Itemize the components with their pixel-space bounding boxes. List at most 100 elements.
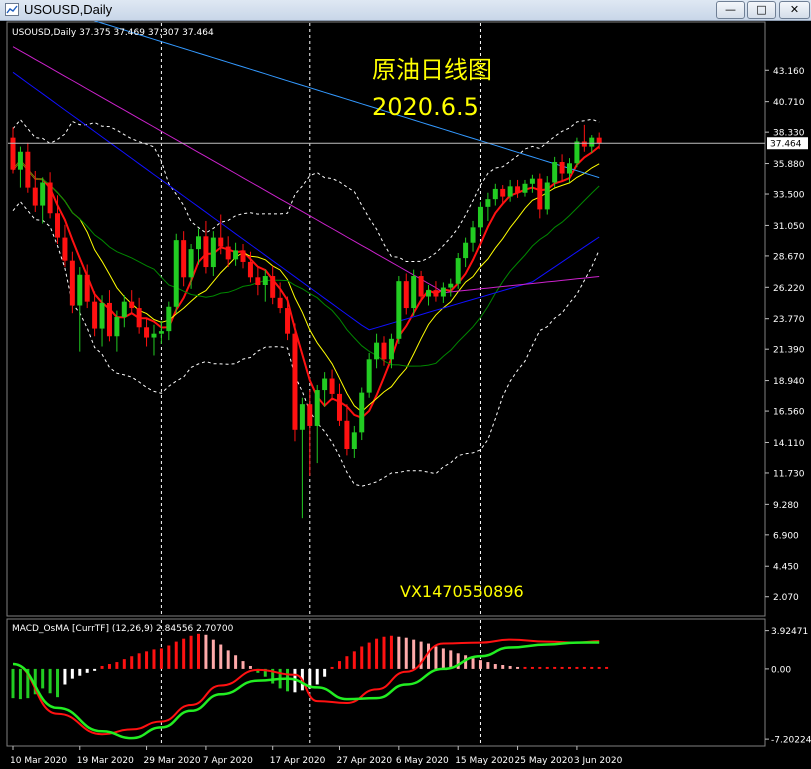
macd-histogram-bar xyxy=(441,648,445,669)
candle-body xyxy=(374,342,380,360)
candle-body xyxy=(173,240,179,307)
time-tick-label: 10 Mar 2020 xyxy=(10,756,67,766)
macd-axis: 3.92471 0.00 -7.20224 xyxy=(765,627,811,746)
candle-body xyxy=(210,237,216,268)
candle xyxy=(574,137,580,168)
macd-histogram-bar xyxy=(18,668,22,700)
time-tick-label: 27 Apr 2020 xyxy=(336,756,392,766)
macd-histogram-bar xyxy=(352,651,356,669)
candle-body xyxy=(225,246,231,260)
macd-histogram-bar xyxy=(478,660,482,669)
candle-body xyxy=(522,183,528,193)
title-bar[interactable]: USOUSD,Daily — □ ✕ xyxy=(0,0,811,21)
candle-body xyxy=(55,213,61,238)
annotation-date: 2020.6.5 xyxy=(372,93,479,121)
macd-histogram-bar xyxy=(553,666,557,669)
candle-body xyxy=(218,237,224,247)
candle-body xyxy=(463,242,469,259)
macd-histogram-bar xyxy=(605,666,609,669)
candle-body xyxy=(69,260,75,306)
macd-histogram-bar xyxy=(337,661,341,669)
macd-histogram-bar xyxy=(48,668,52,694)
macd-histogram-bar xyxy=(389,635,393,669)
candle-body xyxy=(559,162,565,174)
time-tick-label: 7 Apr 2020 xyxy=(203,756,253,766)
macd-histogram-bar xyxy=(345,656,349,669)
macd-histogram-bar xyxy=(167,645,171,669)
macd-histogram-bar xyxy=(174,641,178,669)
price-tick-label: 2.070 xyxy=(773,593,799,603)
price-tick-label: 6.900 xyxy=(773,531,799,541)
time-tick-label: 3 Jun 2020 xyxy=(574,756,623,766)
candle-body xyxy=(47,182,53,214)
candle-body xyxy=(77,274,83,306)
candle-body xyxy=(40,182,46,206)
candle-body xyxy=(285,308,291,334)
candle-body xyxy=(426,290,432,297)
macd-histogram-bar xyxy=(501,665,505,669)
candle xyxy=(359,387,365,441)
macd-histogram-bar xyxy=(248,665,252,669)
macd-histogram-bar xyxy=(530,666,534,669)
macd-histogram-bar xyxy=(145,651,149,669)
macd-histogram-bar xyxy=(486,662,490,669)
candle-body xyxy=(25,151,31,188)
macd-histogram-bar xyxy=(93,668,97,671)
candle xyxy=(396,276,402,344)
candle xyxy=(69,251,75,314)
candle-body xyxy=(181,240,187,278)
candle-body xyxy=(366,359,372,393)
candle-body xyxy=(581,141,587,147)
macd-histogram-bar xyxy=(516,666,520,669)
restore-button[interactable]: □ xyxy=(747,1,776,19)
candle-body xyxy=(151,333,157,338)
price-tick-label: 9.280 xyxy=(773,501,799,511)
price-tick-label: 26.220 xyxy=(773,284,805,294)
candle-body xyxy=(84,274,90,302)
candle-body xyxy=(188,249,194,278)
watermark-text: VX1470550896 xyxy=(400,582,524,601)
candle-body xyxy=(396,281,402,339)
chart-area[interactable]: 43.160 40.710 38.330 35.880 33.500 31.050 28.6… xyxy=(0,21,811,769)
macd-histogram-bar xyxy=(434,646,438,669)
macd-histogram-bar xyxy=(397,636,401,669)
price-tick-label: 14.110 xyxy=(773,439,805,449)
candle-body xyxy=(121,301,127,318)
macd-histogram-bar xyxy=(367,642,371,669)
price-tick-label: 28.670 xyxy=(773,252,805,262)
candle-body xyxy=(233,250,239,260)
macd-histogram-bar xyxy=(427,643,431,669)
macd-histogram-bar xyxy=(493,664,497,669)
price-tick-label: 43.160 xyxy=(773,67,805,77)
macd-tick-label: 3.92471 xyxy=(771,627,808,637)
macd-histogram-bar xyxy=(590,666,594,669)
macd-histogram-bar xyxy=(597,666,601,669)
candle-body xyxy=(500,188,506,197)
minimize-button[interactable]: — xyxy=(716,1,745,19)
candle-body xyxy=(351,432,357,449)
macd-histogram-bar xyxy=(523,666,527,669)
candle-body xyxy=(166,306,172,332)
candle-body xyxy=(144,327,150,338)
candle-body xyxy=(136,308,142,328)
candle-body xyxy=(240,250,246,262)
macd-histogram-bar xyxy=(315,668,319,685)
macd-histogram-bar xyxy=(115,662,119,669)
time-tick-label: 19 Mar 2020 xyxy=(77,756,134,766)
candle-body xyxy=(544,182,550,210)
candle-body xyxy=(529,178,535,184)
symbol-label: USOUSD,Daily xyxy=(12,28,77,38)
close-button[interactable]: ✕ xyxy=(779,1,810,19)
candle-body xyxy=(307,404,313,426)
window-title: USOUSD,Daily xyxy=(24,2,113,17)
macd-histogram-bar xyxy=(508,665,512,669)
annotation-title: 原油日线图 xyxy=(372,56,492,84)
macd-histogram-bar xyxy=(286,668,290,692)
candle-body xyxy=(388,338,394,360)
price-tick-label: 33.500 xyxy=(773,191,805,201)
candle-body xyxy=(292,333,298,430)
candle-body xyxy=(99,302,105,329)
candle-body xyxy=(552,162,558,183)
price-tick-label: 18.940 xyxy=(773,377,805,387)
macd-histogram-bar xyxy=(560,666,564,669)
